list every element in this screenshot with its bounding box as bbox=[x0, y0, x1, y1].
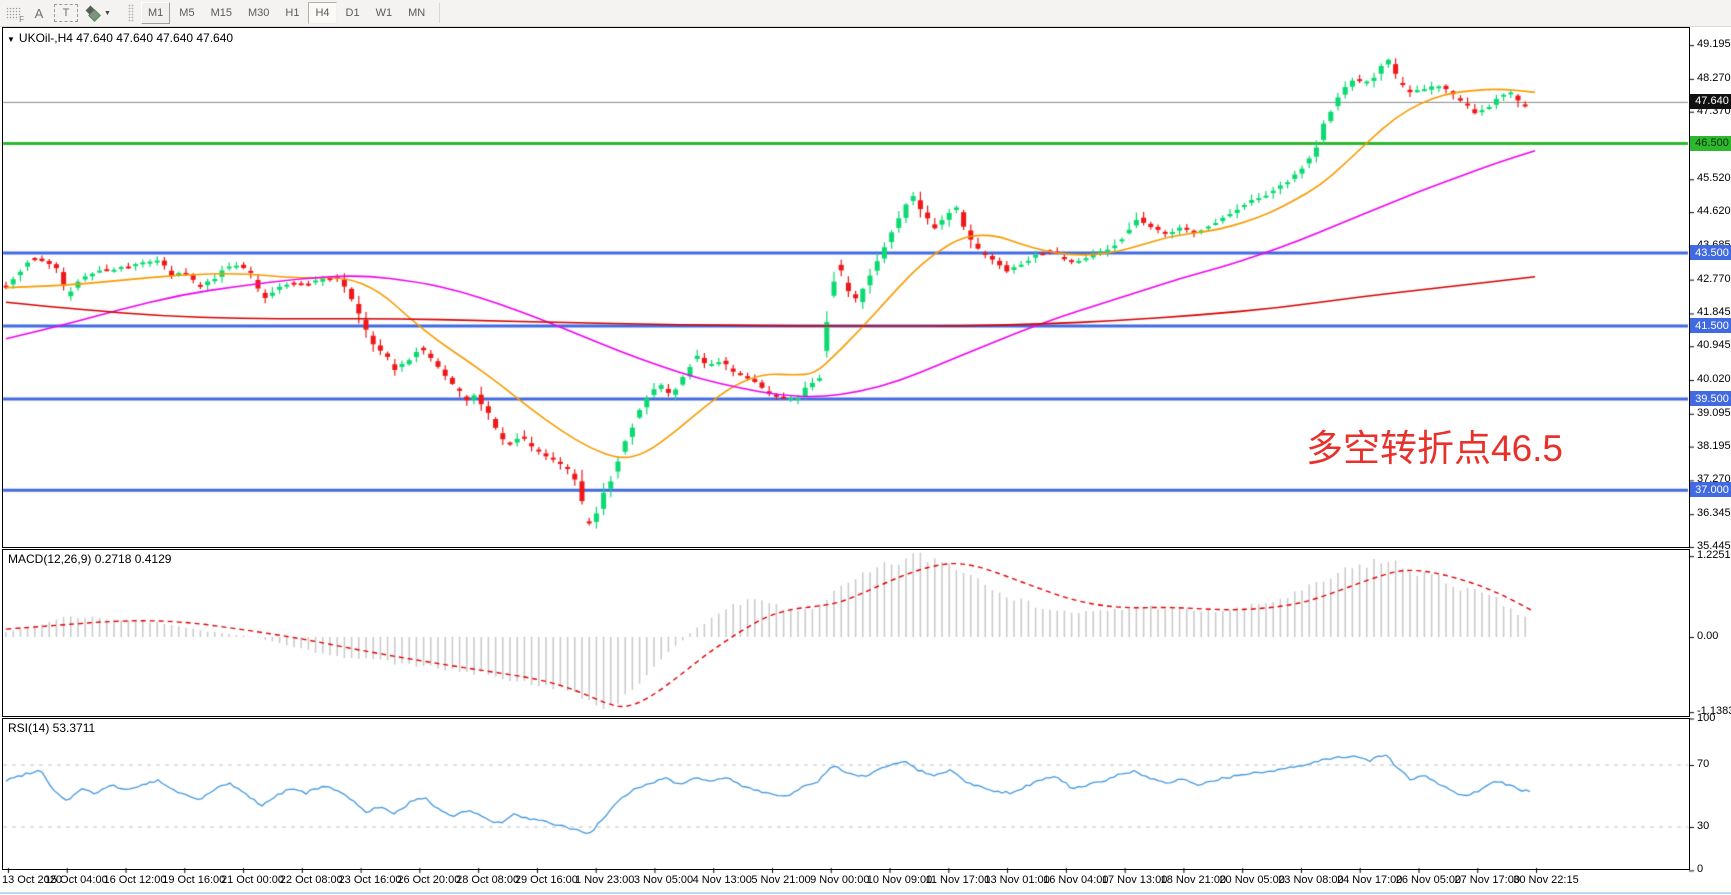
chart-annotation-text[interactable]: 多空转折点46.5 bbox=[1306, 418, 1563, 472]
time-tick-label: 19 Oct 16:00 bbox=[162, 874, 225, 886]
timeframe-button-h1[interactable]: H1 bbox=[278, 2, 306, 24]
chart-menu-arrow-icon[interactable]: ▼ bbox=[7, 35, 15, 44]
symbol-ohlc-text: UKOil-,H4 47.640 47.640 47.640 47.640 bbox=[19, 31, 233, 45]
timeframe-button-w1[interactable]: W1 bbox=[369, 2, 400, 24]
time-tick-label: 13 Nov 01:00 bbox=[984, 874, 1049, 886]
timeframe-button-m1[interactable]: M1 bbox=[141, 2, 170, 24]
timeframe-button-h4[interactable]: H4 bbox=[308, 2, 336, 24]
rsi-tick-label: 100 bbox=[1697, 712, 1715, 724]
time-tick-label: 15 Oct 04:00 bbox=[45, 874, 108, 886]
time-tick-label: 26 Oct 20:00 bbox=[397, 874, 460, 886]
timeframe-button-m5[interactable]: M5 bbox=[172, 2, 201, 24]
time-tick-label: 24 Nov 17:00 bbox=[1337, 874, 1402, 886]
price-tick-label: 36.345 bbox=[1697, 507, 1731, 519]
macd-indicator-label: MACD(12,26,9) 0.2718 0.4129 bbox=[8, 552, 171, 566]
rsi-tick-label: 0 bbox=[1697, 863, 1703, 875]
time-tick-label: 10 Nov 09:00 bbox=[867, 874, 932, 886]
grid-f-label: F bbox=[19, 16, 24, 24]
time-tick-label: 9 Nov 00:00 bbox=[810, 874, 869, 886]
grid-snap-icon[interactable]: F bbox=[2, 3, 24, 23]
price-badge: 41.500 bbox=[1690, 318, 1731, 333]
timeframe-button-m30[interactable]: M30 bbox=[241, 2, 276, 24]
time-tick-label: 1 Nov 23:00 bbox=[575, 874, 634, 886]
price-badge: 39.500 bbox=[1690, 391, 1731, 406]
time-tick-label: 5 Nov 21:00 bbox=[751, 874, 810, 886]
time-tick-label: 16 Oct 12:00 bbox=[103, 874, 166, 886]
text-box-tool-icon[interactable]: T bbox=[54, 4, 78, 22]
symbol-ohlc-label: ▼ UKOil-,H4 47.640 47.640 47.640 47.640 bbox=[7, 31, 233, 45]
time-tick-label: 27 Nov 17:00 bbox=[1455, 874, 1520, 886]
price-tick-label: 45.520 bbox=[1697, 172, 1731, 184]
time-tick-label: 30 Nov 22:15 bbox=[1513, 874, 1578, 886]
time-tick-label: 26 Nov 05:00 bbox=[1396, 874, 1461, 886]
price-badge: 46.500 bbox=[1690, 136, 1731, 151]
chevron-down-icon[interactable]: ▼ bbox=[104, 10, 111, 17]
arrange-objects-icon[interactable]: ▼ bbox=[82, 3, 116, 23]
text-label-tool-icon[interactable]: A bbox=[28, 3, 50, 23]
macd-tick-label: 0.00 bbox=[1697, 630, 1718, 642]
time-tick-label: 17 Nov 13:00 bbox=[1102, 874, 1167, 886]
price-badge: 37.000 bbox=[1690, 482, 1731, 497]
price-tick-label: 38.195 bbox=[1697, 440, 1731, 452]
price-tick-label: 49.195 bbox=[1697, 38, 1731, 50]
price-badge: 43.500 bbox=[1690, 245, 1731, 260]
rsi-tick-label: 30 bbox=[1697, 820, 1709, 832]
toolbar: F A T ▼ M1M5M15M30H1H4D1W1MN bbox=[0, 0, 1731, 27]
time-tick-label: 20 Nov 05:00 bbox=[1219, 874, 1284, 886]
price-badge: 47.640 bbox=[1690, 94, 1731, 109]
time-tick-label: 18 Nov 21:00 bbox=[1161, 874, 1226, 886]
window-bottom-edge bbox=[0, 892, 1731, 894]
time-tick-label: 11 Nov 17:00 bbox=[926, 874, 991, 886]
time-tick-label: 22 Oct 08:00 bbox=[280, 874, 343, 886]
price-tick-label: 39.095 bbox=[1697, 407, 1731, 419]
price-tick-label: 41.845 bbox=[1697, 306, 1731, 318]
time-tick-label: 23 Nov 08:00 bbox=[1278, 874, 1343, 886]
toolbar-grip[interactable] bbox=[128, 4, 134, 22]
timeframe-buttons: M1M5M15M30H1H4D1W1MN bbox=[140, 2, 433, 24]
time-tick-label: 23 Oct 16:00 bbox=[339, 874, 402, 886]
toolbar-separator bbox=[439, 3, 440, 23]
timeframe-button-m15[interactable]: M15 bbox=[204, 2, 239, 24]
price-tick-label: 40.945 bbox=[1697, 339, 1731, 351]
time-tick-label: 3 Nov 05:00 bbox=[634, 874, 693, 886]
time-tick-label: 28 Oct 08:00 bbox=[456, 874, 519, 886]
time-tick-label: 16 Nov 04:00 bbox=[1043, 874, 1108, 886]
time-tick-label: 4 Nov 13:00 bbox=[693, 874, 752, 886]
price-tick-label: 44.620 bbox=[1697, 205, 1731, 217]
price-tick-label: 40.020 bbox=[1697, 373, 1731, 385]
timeframe-button-d1[interactable]: D1 bbox=[339, 2, 367, 24]
price-tick-label: 42.770 bbox=[1697, 273, 1731, 285]
time-tick-label: 21 Oct 00:00 bbox=[221, 874, 284, 886]
price-tick-label: 48.270 bbox=[1697, 72, 1731, 84]
macd-tick-label: 1.2251 bbox=[1697, 549, 1731, 561]
time-tick-label: 29 Oct 16:00 bbox=[515, 874, 578, 886]
rsi-tick-label: 70 bbox=[1697, 758, 1709, 770]
rsi-indicator-label: RSI(14) 53.3711 bbox=[8, 721, 95, 735]
timeframe-button-mn[interactable]: MN bbox=[401, 2, 432, 24]
